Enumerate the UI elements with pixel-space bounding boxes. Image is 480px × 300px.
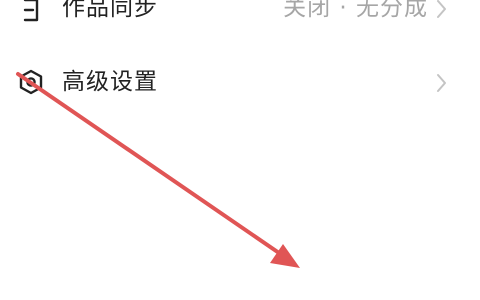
settings-hexagon-icon	[17, 68, 45, 96]
settings-item-label: 作品同步	[62, 0, 158, 21]
chevron-right-icon	[434, 0, 450, 21]
annotation-arrow	[16, 72, 300, 268]
sync-document-icon	[17, 0, 45, 24]
settings-item-advanced[interactable]: 高级设置	[0, 52, 480, 112]
chevron-right-icon	[434, 71, 450, 95]
settings-item-label: 高级设置	[62, 69, 158, 95]
settings-item-sync[interactable]: 作品同步 关闭 · 无分成	[0, 0, 480, 38]
settings-item-value: 关闭 · 无分成	[283, 0, 428, 21]
